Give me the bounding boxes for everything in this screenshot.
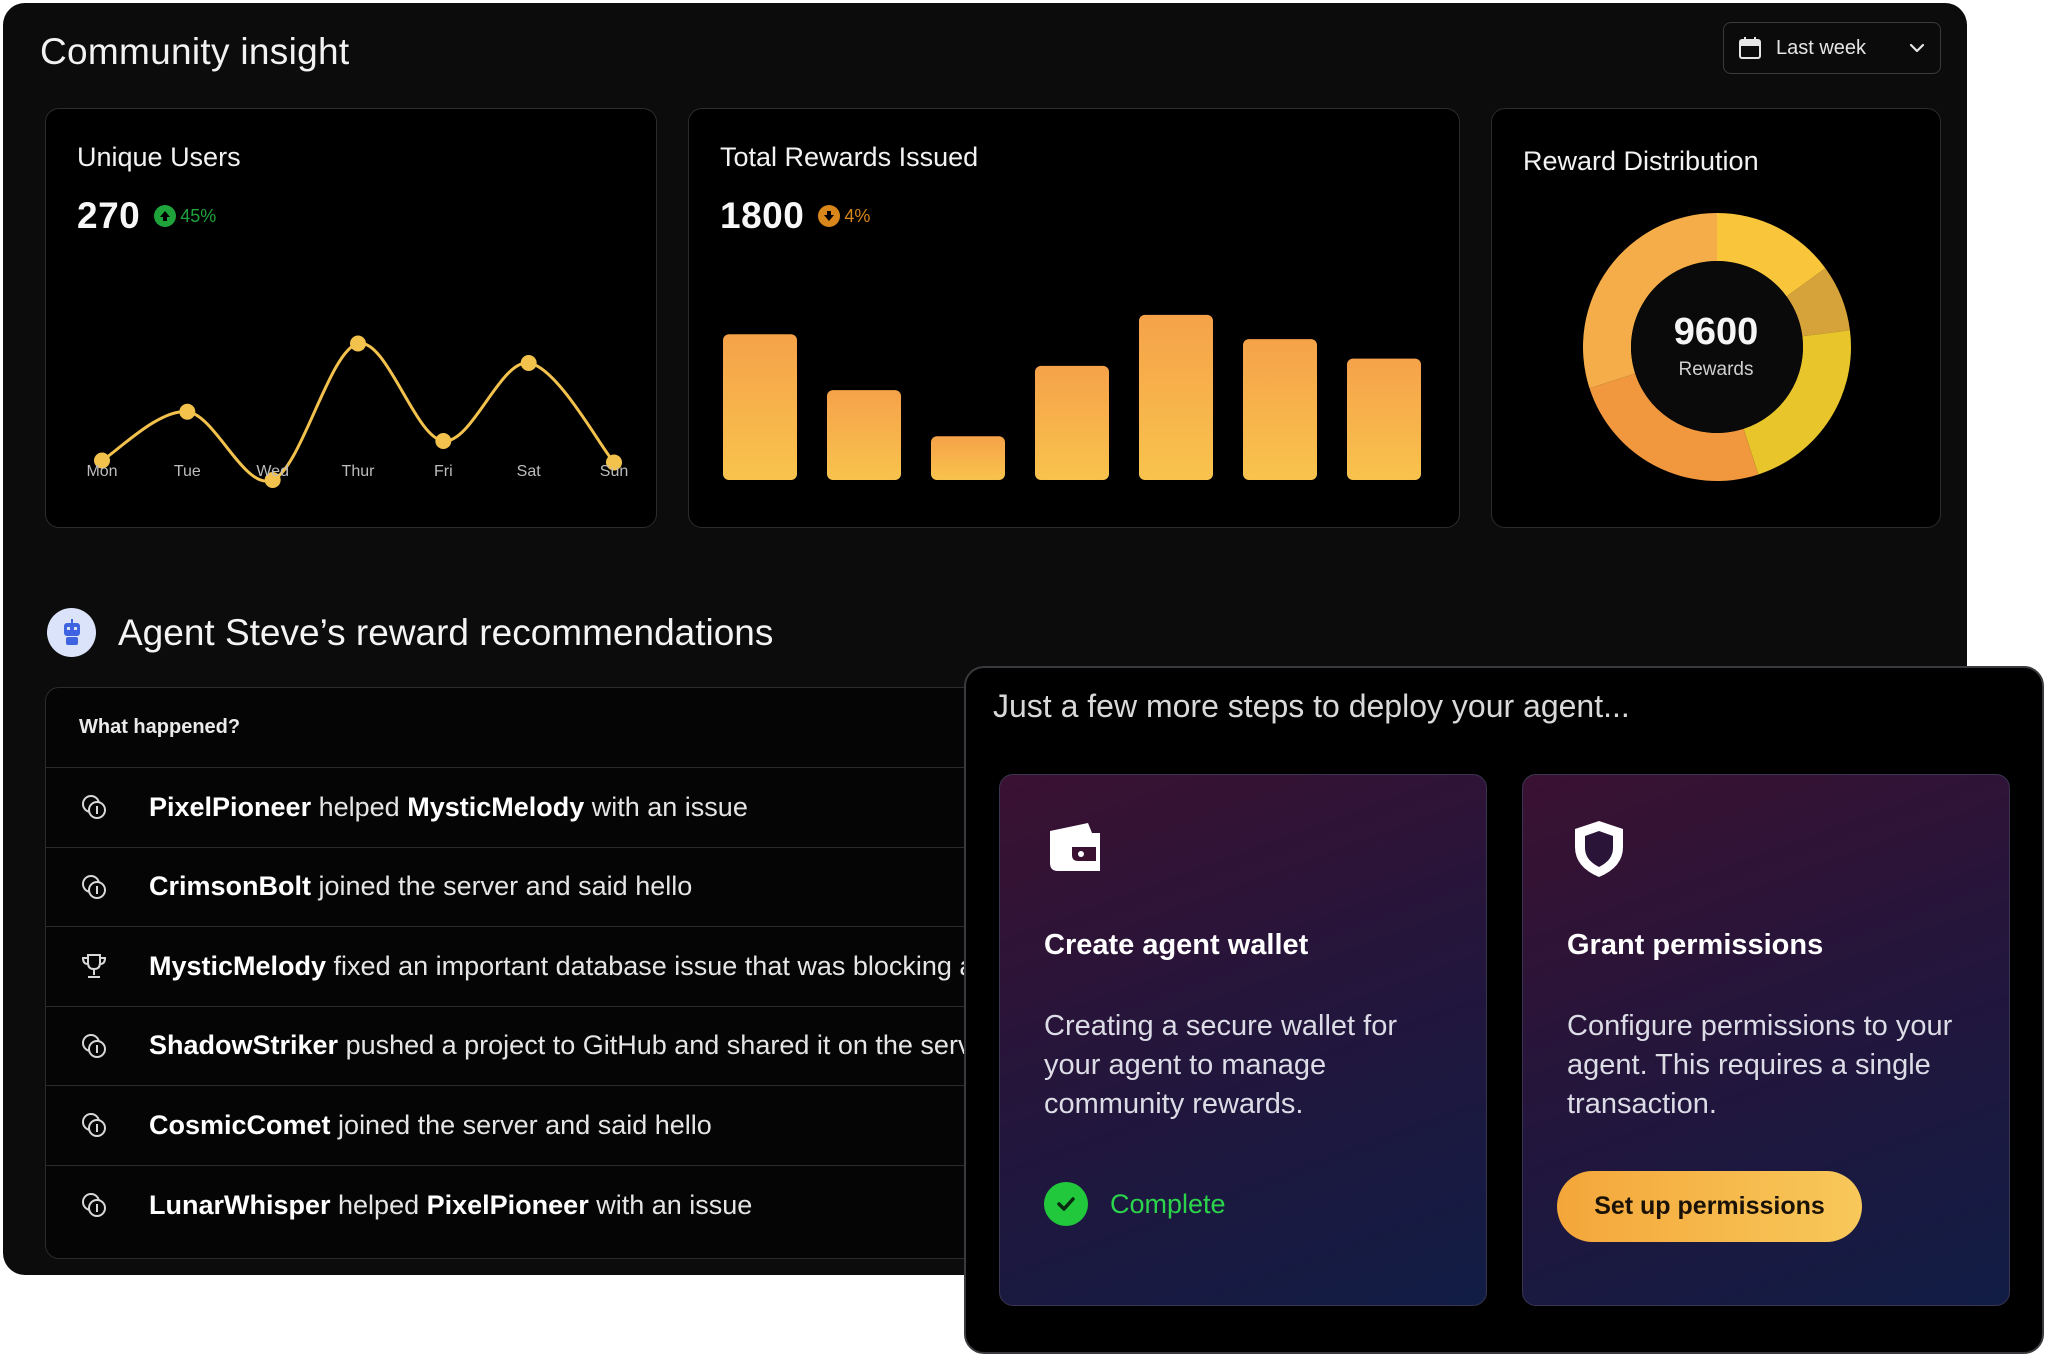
feed-actor: CosmicComet: [149, 1109, 331, 1140]
coins-icon: [79, 792, 109, 822]
feed-actor: CrimsonBolt: [149, 871, 311, 902]
line-point: [179, 403, 196, 420]
feed-row-text: LunarWhisper helped PixelPioneer with an…: [149, 1189, 753, 1220]
chevron-down-icon: [1909, 43, 1925, 53]
coins-icon: [79, 1031, 109, 1061]
bar: [1347, 358, 1421, 480]
bar: [723, 334, 797, 480]
coins-icon: [79, 872, 109, 902]
page-title: Community insight: [40, 31, 350, 72]
bar: [827, 390, 901, 480]
step-create-wallet-description: Creating a secure wallet for your agent …: [1044, 1010, 1397, 1120]
step-grant-permissions-description: Configure permissions to your agent. Thi…: [1567, 1010, 1953, 1120]
x-tick-label: Fri: [434, 463, 453, 480]
date-range-select[interactable]: Last week: [1723, 22, 1941, 74]
step-grant-permissions: Grant permissions Configure permissions …: [1522, 774, 2010, 1306]
shield-icon: [1575, 821, 1623, 877]
feed-row-text: ShadowStriker pushed a project to GitHub…: [149, 1030, 987, 1061]
feed-row-text: MysticMelody fixed an important database…: [149, 950, 975, 981]
bar: [1139, 314, 1213, 480]
check-icon: [1044, 1182, 1088, 1226]
bar: [1035, 365, 1109, 480]
step-create-wallet-title: Create agent wallet: [1044, 929, 1309, 961]
bar: [1243, 339, 1317, 480]
agent-section-title: Agent Steve’s reward recommendations: [118, 611, 774, 653]
donut-center-value: 9600: [1673, 311, 1759, 353]
line-point: [350, 335, 366, 352]
x-tick-label: Tue: [174, 463, 201, 480]
x-tick-label: Mon: [86, 463, 117, 480]
deploy-panel-title: Just a few more steps to deploy your age…: [993, 688, 1630, 724]
total-rewards-card: Total Rewards Issued 1800 4%: [688, 108, 1460, 528]
x-tick-label: Sun: [600, 463, 628, 480]
calendar-icon: [1739, 37, 1761, 59]
deploy-agent-panel: Just a few more steps to deploy your age…: [964, 666, 2044, 1354]
bar: [931, 436, 1005, 480]
donut-center-label: Rewards: [1678, 359, 1754, 380]
line-point: [520, 355, 537, 371]
step-status-label: Complete: [1110, 1188, 1226, 1219]
feed-row-text: PixelPioneer helped MysticMelody with an…: [149, 791, 748, 822]
x-tick-label: Wed: [256, 463, 289, 480]
wallet-icon: [1050, 823, 1100, 871]
feed-target: PixelPioneer: [426, 1189, 589, 1220]
rewards-bar-chart: [723, 314, 1421, 480]
feed-row-text: CosmicComet joined the server and said h…: [149, 1109, 712, 1140]
users-line-chart: Mon Tue Wed Thur Fri Sat Sun: [86, 335, 628, 488]
trophy-icon: [79, 951, 109, 981]
coins-icon: [79, 1110, 109, 1140]
x-tick-label: Sat: [517, 463, 542, 480]
x-tick-label: Thur: [342, 463, 376, 480]
reward-distribution-card: Reward Distribution 9600 Rewards: [1491, 108, 1941, 528]
coins-icon: [79, 1190, 109, 1220]
agent-section-header: Agent Steve’s reward recommendations: [47, 608, 773, 657]
step-create-wallet: Create agent wallet Creating a secure wa…: [999, 774, 1487, 1306]
feed-actor: ShadowStriker: [149, 1030, 339, 1061]
feed-row-text: CrimsonBolt joined the server and said h…: [149, 871, 693, 902]
feed-actor: LunarWhisper: [149, 1189, 331, 1220]
robot-icon: [47, 608, 96, 657]
feed-actor: PixelPioneer: [149, 791, 312, 822]
step-status: Complete: [1044, 1182, 1226, 1226]
feed-actor: MysticMelody: [149, 950, 327, 981]
feed-target: MysticMelody: [407, 791, 585, 822]
unique-users-card: Unique Users 270 45% Mon Tue Wed Thur Fri Sat…: [45, 108, 657, 528]
line-point: [435, 433, 452, 449]
step-grant-permissions-title: Grant permissions: [1567, 929, 1824, 961]
line-path: [101, 341, 616, 483]
setup-permissions-button[interactable]: Set up permissions: [1557, 1171, 1862, 1242]
date-range-value: Last week: [1776, 36, 1867, 59]
